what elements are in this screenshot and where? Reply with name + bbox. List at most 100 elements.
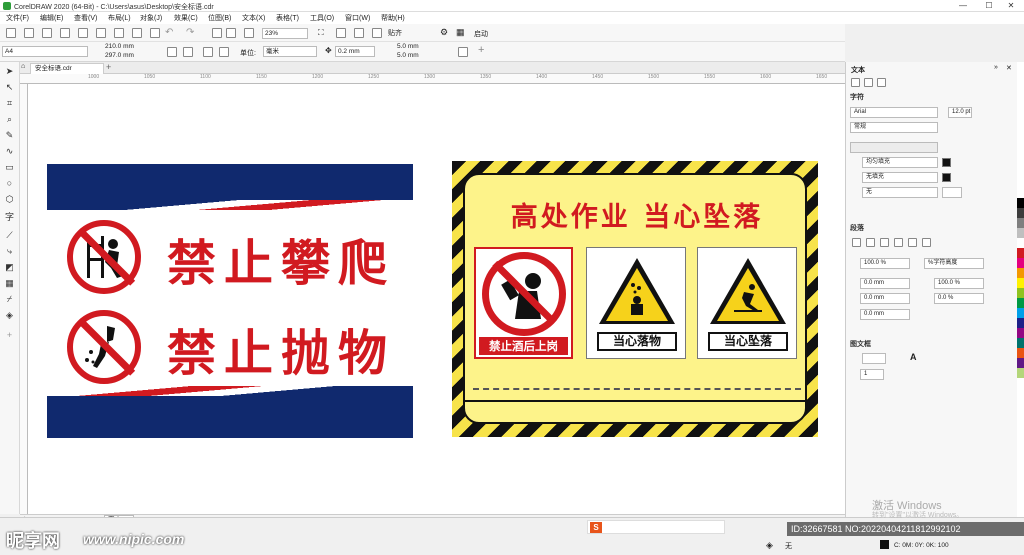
ellipse-tool-icon[interactable]: ○ [4,178,15,189]
cloud-upload-icon[interactable] [78,28,88,38]
outline-width-select[interactable]: 无 [862,187,938,198]
import-icon[interactable] [212,28,222,38]
parallel-dimension-icon[interactable]: ⟋ [4,230,15,241]
palette-swatch[interactable] [1017,198,1024,208]
text-direction-icon[interactable]: A [910,352,917,362]
print-icon[interactable] [96,28,106,38]
snap-to-menu[interactable]: 贴齐 [388,28,402,38]
vertical-ruler[interactable] [20,84,28,514]
drop-shadow-icon[interactable]: ◩ [4,262,15,273]
para-tab-icon[interactable] [864,78,873,87]
grid-icon[interactable] [354,28,364,38]
redo-icon[interactable]: ↷ [186,27,194,38]
all-pages-icon[interactable] [203,47,213,57]
eyedropper-icon[interactable]: ⌿ [4,294,15,305]
space-before-input[interactable]: 0.0 mm [860,278,910,289]
char-tab-icon[interactable] [851,78,860,87]
font-size-input[interactable]: 12.0 pt [948,107,972,118]
sign-high-work-fall-warning[interactable]: 高处作业 当心坠落 禁止酒后上岗 当心落物 当心坠落 [452,161,818,437]
horizontal-ruler[interactable]: 1000 1050 1100 1150 1200 1250 1300 1350 … [20,74,845,84]
spacing-unit-select[interactable]: %字符高度 [924,258,984,269]
line-spacing-input[interactable]: 100.0 % [860,258,910,269]
zoom-tool-icon[interactable]: ⌕ [4,114,15,125]
palette-swatch[interactable] [1017,338,1024,348]
palette-swatch[interactable] [1017,288,1024,298]
justify-icon[interactable] [908,238,917,247]
palette-swatch[interactable] [1017,268,1024,278]
guides-icon[interactable] [372,28,382,38]
rectangle-tool-icon[interactable]: ▭ [4,162,15,173]
paragraph-section-header[interactable]: 段落 [850,223,864,233]
menu-effects[interactable]: 效果(C) [174,13,198,23]
align-left-icon[interactable] [866,238,875,247]
palette-swatch[interactable] [1017,368,1024,378]
copy-icon[interactable] [132,28,142,38]
palette-swatch[interactable] [1017,258,1024,268]
landscape-icon[interactable] [183,47,193,57]
document-tab[interactable]: 安全标语.cdr [30,63,104,74]
panel-close-icon[interactable]: ✕ [1006,64,1012,72]
page-width-input[interactable]: 210.0 mm [103,43,153,52]
menu-object[interactable]: 对象(J) [140,13,162,23]
outline-color-select[interactable] [942,187,962,198]
shape-tool-icon[interactable]: ↖ [4,82,15,93]
text-tool-icon[interactable]: 字 [4,212,15,223]
char-spacing-input[interactable]: 100.0 % [934,278,984,289]
export-icon[interactable] [226,28,236,38]
menu-layout[interactable]: 布局(L) [108,13,131,23]
menu-help[interactable]: 帮助(H) [381,13,405,23]
menu-text[interactable]: 文本(X) [242,13,265,23]
panel-options-icon[interactable]: » [994,64,998,71]
menu-view[interactable]: 查看(V) [74,13,97,23]
add-icon[interactable]: + [478,44,484,56]
palette-swatch[interactable] [1017,358,1024,368]
options-gear-icon[interactable]: ⚙ [440,27,448,38]
undo-icon[interactable]: ↶ [165,27,173,38]
background-fill-select[interactable]: 无填充 [862,172,938,183]
launch-menu[interactable]: 启动 [474,29,488,39]
home-icon[interactable]: ⌂ [21,63,25,70]
palette-swatch[interactable] [1017,328,1024,338]
minimize-button[interactable]: — [950,1,976,11]
underline-select[interactable] [850,142,938,153]
nudge-distance-input[interactable]: 0.2 mm [335,46,375,57]
frame-fill-select[interactable] [862,353,886,364]
page-height-input[interactable]: 297.0 mm [103,52,153,61]
transparency-icon[interactable]: ▦ [4,278,15,289]
paste-icon[interactable] [150,28,160,38]
pick-tool-icon[interactable]: ➤ [4,66,15,77]
new-document-icon[interactable] [6,28,16,38]
pdf-icon[interactable] [244,28,254,38]
launch-apps-icon[interactable]: ▦ [456,27,465,38]
frame-tab-icon[interactable] [877,78,886,87]
space-after-input[interactable]: 0.0 mm [860,293,910,304]
menu-bitmaps[interactable]: 位图(B) [208,13,231,23]
cut-icon[interactable] [114,28,124,38]
palette-swatch[interactable] [1017,308,1024,318]
connector-tool-icon[interactable]: ⤷ [4,246,15,257]
interactive-fill-icon[interactable]: ◈ [4,310,15,321]
sign-no-climbing-no-throwing[interactable]: 禁止攀爬 禁止抛物 [47,164,413,438]
align-right-icon[interactable] [894,238,903,247]
ime-toolbar[interactable]: S [587,520,725,534]
save-icon[interactable] [42,28,52,38]
cloud-icon[interactable] [60,28,70,38]
text-fill-color-swatch[interactable] [942,158,951,167]
duplicate-x-input[interactable]: 5.0 mm [395,43,445,52]
character-section-header[interactable]: 字符 [850,92,864,102]
crop-tool-icon[interactable]: ⌗ [4,98,15,109]
units-select[interactable]: 毫米 [263,46,317,57]
palette-swatch[interactable] [1017,348,1024,358]
menu-table[interactable]: 表格(T) [276,13,299,23]
zoom-level-select[interactable]: 23% [262,28,308,39]
palette-swatch[interactable] [1017,218,1024,228]
duplicate-y-input[interactable]: 5.0 mm [395,52,445,61]
no-align-icon[interactable] [852,238,861,247]
font-list-select[interactable]: Arial [850,107,938,118]
page-size-select[interactable]: A4 [2,46,88,57]
artistic-media-icon[interactable]: ∿ [4,146,15,157]
palette-swatch[interactable] [1017,208,1024,218]
rulers-icon[interactable] [336,28,346,38]
palette-swatch[interactable] [1017,278,1024,288]
freehand-tool-icon[interactable]: ✎ [4,130,15,141]
